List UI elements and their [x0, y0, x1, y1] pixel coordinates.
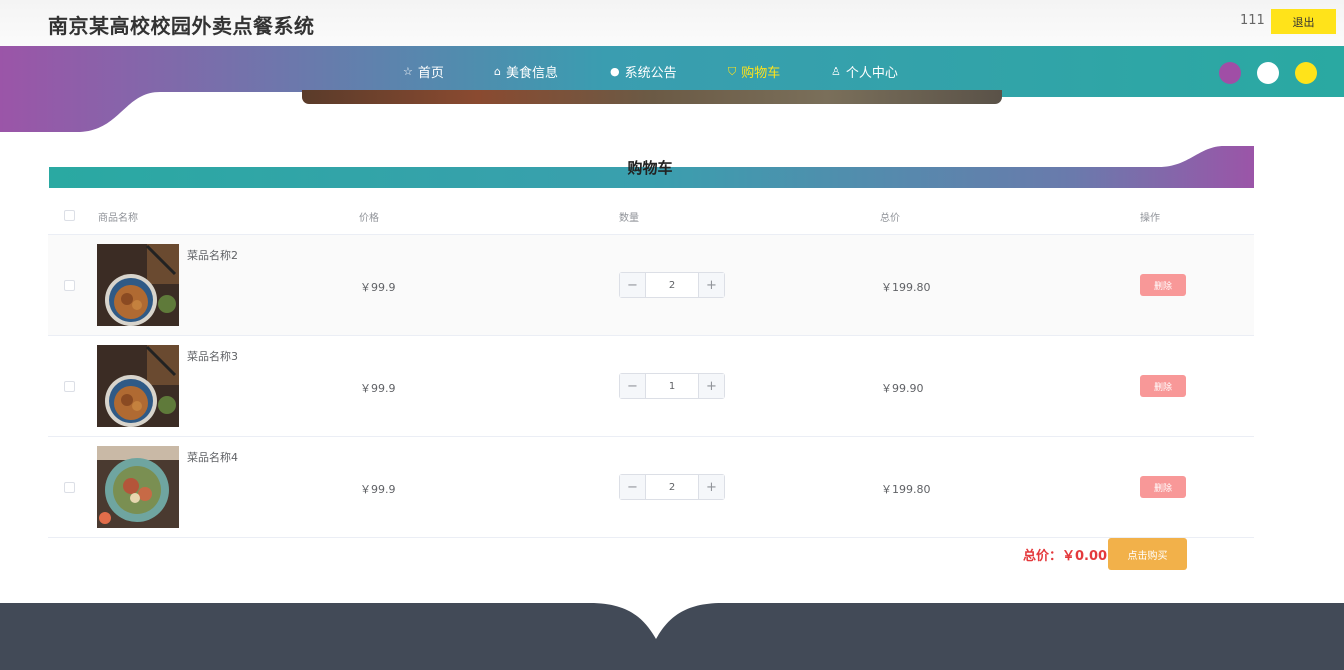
row-checkbox[interactable] — [64, 280, 75, 291]
column-header-quantity: 数量 — [619, 213, 639, 224]
nav-item-cart[interactable]: ⛉ 购物车 — [728, 62, 780, 81]
theme-yellow-dot[interactable] — [1295, 62, 1317, 84]
nav-item-announcements[interactable]: ● 系统公告 — [610, 62, 677, 81]
delete-button[interactable]: 删除 — [1140, 476, 1186, 498]
select-all-checkbox[interactable] — [64, 210, 75, 221]
star-icon: ☆ — [403, 65, 413, 78]
cart-table: 商品名称 价格 数量 总价 操作 菜品名称2 ￥99.9 − 2 + ￥199.… — [48, 198, 1254, 538]
nav-item-home[interactable]: ☆ 首页 — [403, 62, 444, 81]
table-row: 菜品名称4 ￥99.9 − 2 + ￥199.80 删除 — [48, 437, 1254, 538]
logout-button[interactable]: 退出 — [1271, 9, 1336, 34]
dish-image — [97, 446, 179, 528]
bag-icon: ⌂ — [494, 65, 501, 78]
page: 南京某高校校园外卖点餐系统 111 退出 ☆ 首页 ⌂ 美食信息 ● 系统公告 — [0, 0, 1344, 670]
increase-button[interactable]: + — [698, 475, 724, 499]
column-header-total: 总价 — [880, 213, 900, 224]
quantity-value[interactable]: 2 — [646, 475, 698, 499]
table-row: 菜品名称2 ￥99.9 − 2 + ￥199.80 删除 — [48, 235, 1254, 336]
row-total: ￥199.80 — [881, 483, 931, 496]
column-header-price: 价格 — [359, 213, 379, 224]
row-checkbox[interactable] — [64, 381, 75, 392]
top-header: 南京某高校校园外卖点餐系统 111 退出 — [0, 0, 1344, 47]
quantity-value[interactable]: 2 — [646, 273, 698, 297]
dish-price: ￥99.9 — [360, 483, 396, 496]
dish-image — [97, 244, 179, 326]
dish-name: 菜品名称2 — [187, 249, 238, 262]
user-icon: ♙ — [831, 65, 841, 78]
theme-white-dot[interactable] — [1257, 62, 1279, 84]
nav-item-label: 个人中心 — [845, 66, 898, 81]
quantity-stepper: − 1 + — [619, 373, 725, 399]
nav-item-label: 首页 — [417, 66, 444, 81]
nav-item-food-info[interactable]: ⌂ 美食信息 — [494, 62, 558, 81]
decrease-button[interactable]: − — [620, 273, 646, 297]
quantity-stepper: − 2 + — [619, 272, 725, 298]
table-header: 商品名称 价格 数量 总价 操作 — [48, 198, 1254, 235]
section-title: 购物车 — [627, 159, 673, 177]
main-nav: ☆ 首页 ⌂ 美食信息 ● 系统公告 ⛉ 购物车 ♙ 个人中心 — [0, 47, 1344, 95]
dish-price: ￥99.9 — [360, 382, 396, 395]
quantity-stepper: − 2 + — [619, 474, 725, 500]
quantity-value[interactable]: 1 — [646, 374, 698, 398]
increase-button[interactable]: + — [698, 273, 724, 297]
decrease-button[interactable]: − — [620, 475, 646, 499]
column-header-action: 操作 — [1140, 213, 1160, 224]
nav-item-label: 购物车 — [741, 66, 781, 81]
site-title: 南京某高校校园外卖点餐系统 — [48, 14, 315, 38]
increase-button[interactable]: + — [698, 374, 724, 398]
row-total: ￥99.90 — [881, 382, 924, 395]
buy-button[interactable]: 点击购买 — [1108, 538, 1187, 570]
cart-icon: ⛉ — [728, 65, 737, 78]
dish-name: 菜品名称3 — [187, 350, 238, 363]
delete-button[interactable]: 删除 — [1140, 274, 1186, 296]
user-name: 111 — [1240, 13, 1265, 28]
column-header-name: 商品名称 — [98, 213, 138, 224]
info-dot-icon: ● — [610, 65, 620, 78]
theme-purple-dot[interactable] — [1219, 62, 1241, 84]
nav-item-profile[interactable]: ♙ 个人中心 — [831, 62, 898, 81]
cart-sum: 总价：￥0.00 — [1023, 549, 1108, 564]
row-checkbox[interactable] — [64, 482, 75, 493]
dish-image — [97, 345, 179, 427]
nav-item-label: 系统公告 — [624, 66, 677, 81]
footer — [0, 603, 1344, 670]
table-row: 菜品名称3 ￥99.9 − 1 + ￥99.90 删除 — [48, 336, 1254, 437]
row-total: ￥199.80 — [881, 281, 931, 294]
dish-name: 菜品名称4 — [187, 451, 238, 464]
delete-button[interactable]: 删除 — [1140, 375, 1186, 397]
decrease-button[interactable]: − — [620, 374, 646, 398]
dish-price: ￥99.9 — [360, 281, 396, 294]
nav-item-label: 美食信息 — [505, 66, 558, 81]
